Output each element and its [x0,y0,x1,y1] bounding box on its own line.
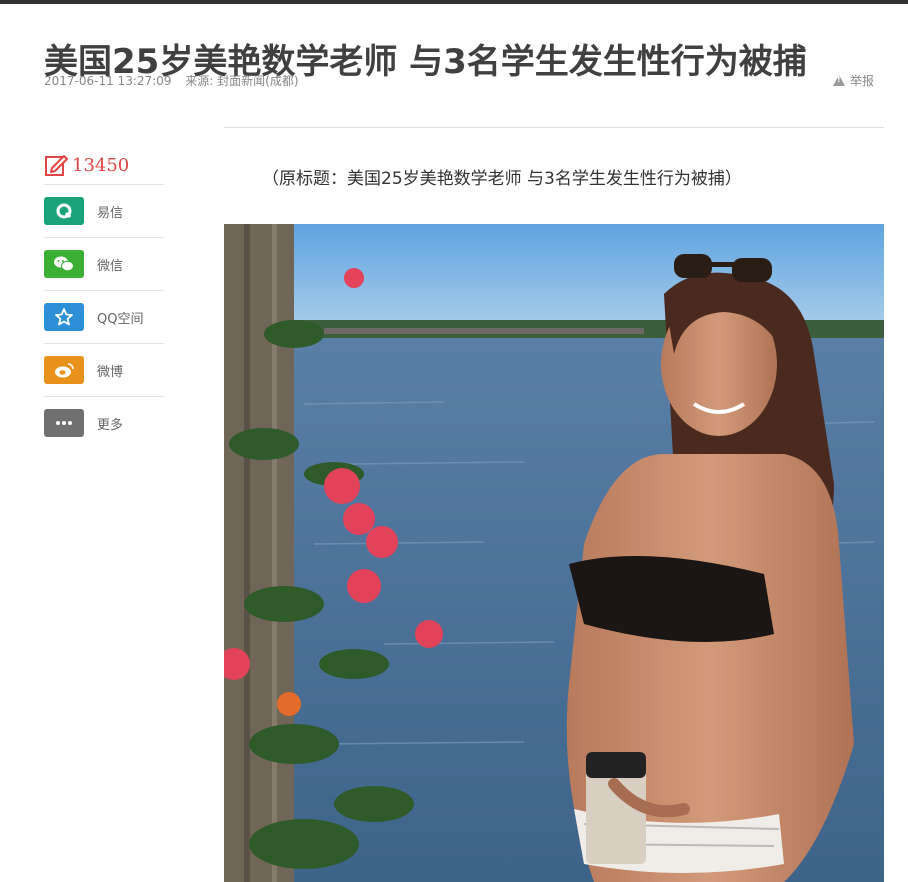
comment-count-button[interactable]: 13450 [44,146,164,185]
share-yixin[interactable]: 易信 [44,185,164,238]
publish-date: 2017-06-11 13:27:09 [44,74,172,88]
report-label: 举报 [849,74,874,88]
top-bar [0,0,908,4]
share-label: 易信 [97,205,124,221]
article-source[interactable]: 来源: 封面新闻(成都) [185,74,298,88]
divider [224,127,884,128]
share-label: QQ空间 [97,311,144,327]
report-button[interactable]: 举报 [832,72,874,89]
weibo-icon [44,356,84,384]
share-label: 微博 [97,364,124,380]
warning-icon [832,75,845,86]
more-icon [44,409,84,437]
share-more[interactable]: 更多 [44,397,164,449]
article-photo [224,224,884,882]
share-weibo[interactable]: 微博 [44,344,164,397]
share-sidebar: 13450 易信 微信 QQ空间 微博 更多 [44,146,164,449]
share-label: 微信 [97,258,124,274]
comment-count: 13450 [72,154,130,176]
yixin-icon [44,197,84,225]
comment-edit-icon [45,155,68,176]
article-meta: 2017-06-11 13:27:09 来源: 封面新闻(成都) [44,72,309,89]
share-label: 更多 [97,417,124,433]
share-wechat[interactable]: 微信 [44,238,164,291]
qzone-icon [44,303,84,331]
wechat-icon [44,250,84,278]
original-title-note: （原标题：美国25岁美艳数学老师 与3名学生发生性行为被捕） [262,169,742,189]
share-qzone[interactable]: QQ空间 [44,291,164,344]
